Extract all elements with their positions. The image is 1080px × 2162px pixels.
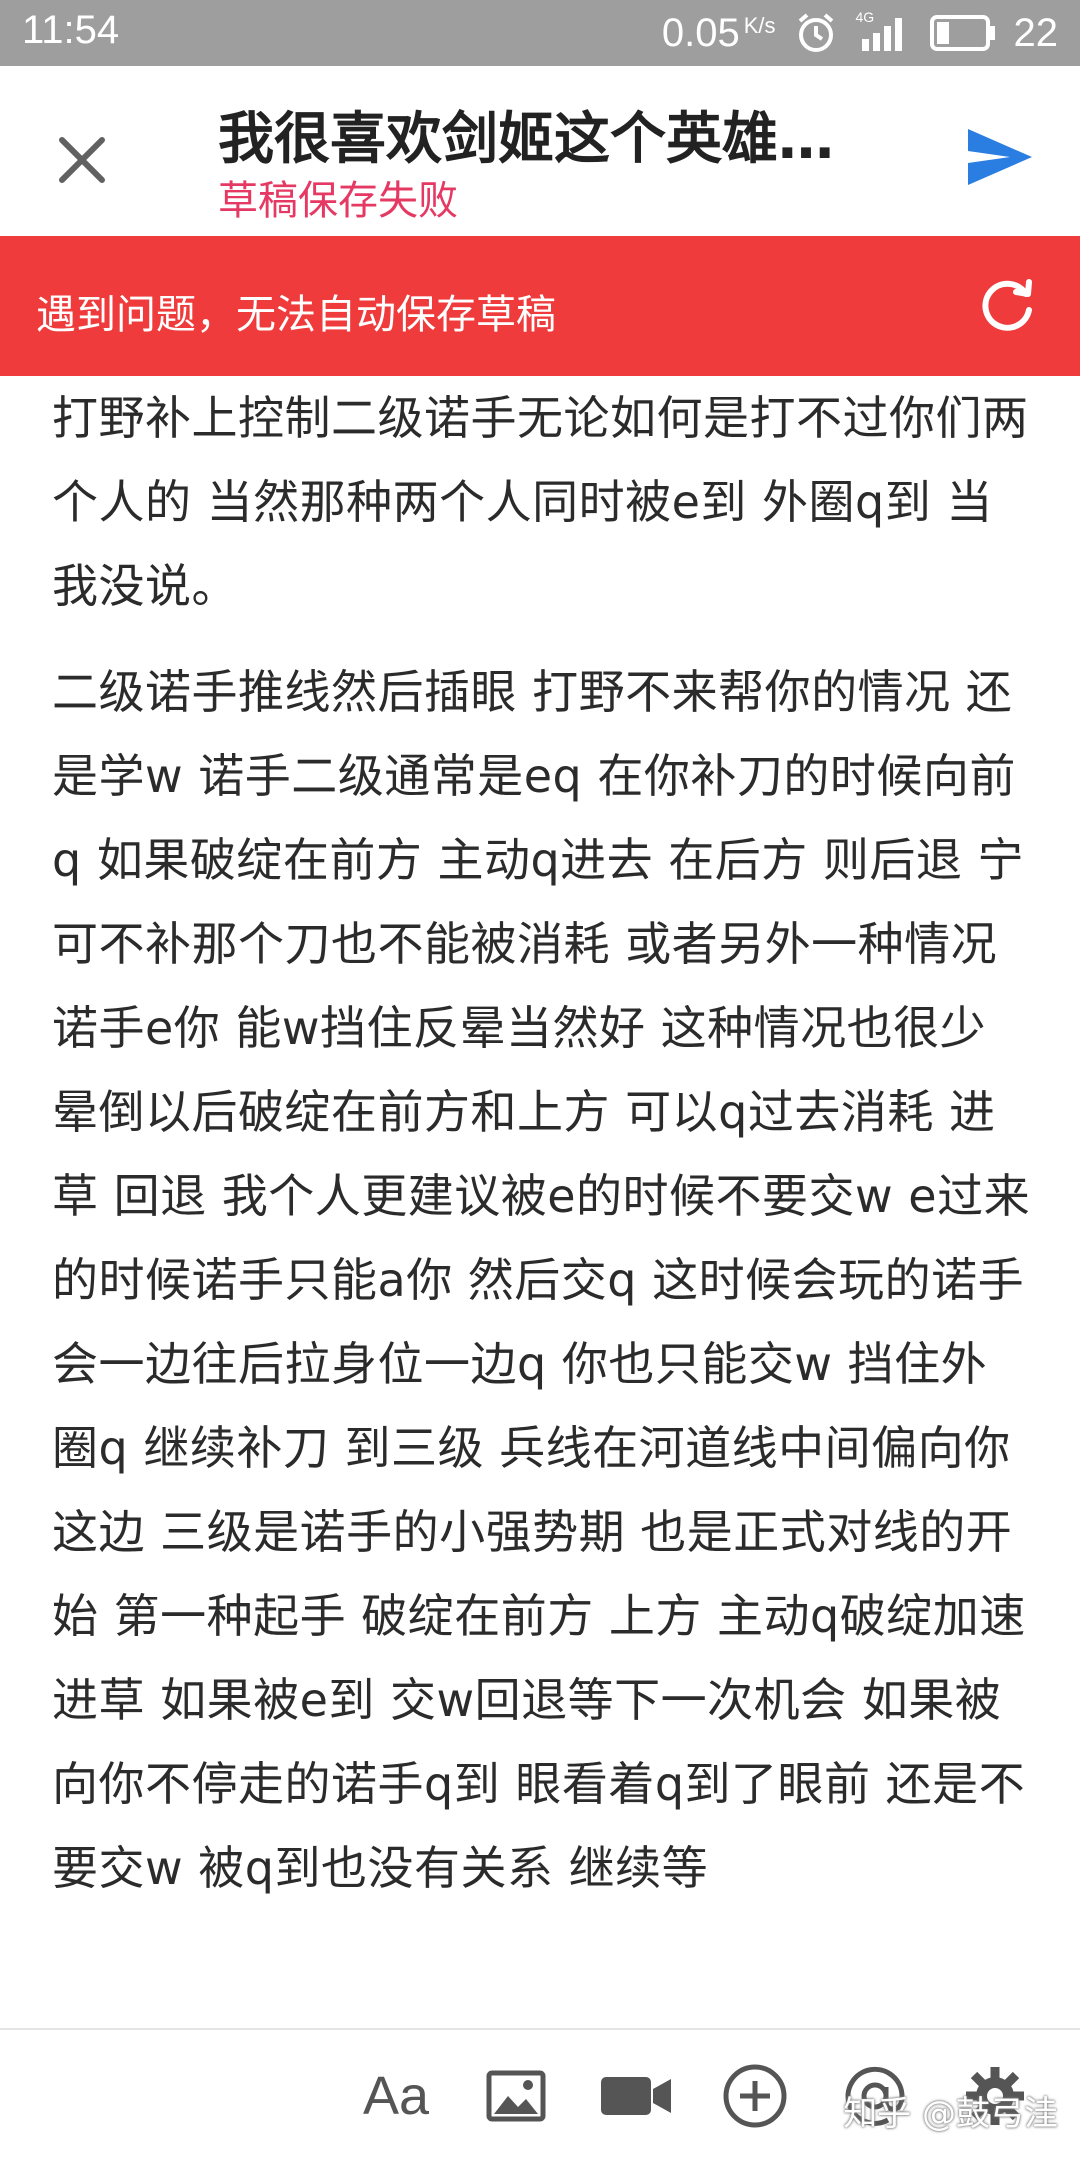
autosave-error-banner: 遇到问题，无法自动保存草稿 xyxy=(0,236,1080,376)
content-paragraph[interactable]: 二级诺手推线然后插眼 打野不来帮你的情况 还是学w 诺手二级通常是eq 在你补刀… xyxy=(52,650,1032,1910)
watermark: 知乎 @鼓弓洼 xyxy=(843,2094,1058,2134)
image-icon[interactable] xyxy=(484,2060,548,2132)
editor-header: 我很喜欢剑姬这个英雄… 草稿保存失败 xyxy=(0,66,1080,236)
draft-save-status: 草稿保存失败 xyxy=(218,178,458,224)
font-icon[interactable]: Aa xyxy=(358,2060,434,2132)
add-icon[interactable] xyxy=(722,2060,788,2132)
editor-toolbar: Aa 知乎 @鼓弓洼 xyxy=(0,2028,1080,2162)
font-label: Aa xyxy=(362,2066,430,2126)
status-time: 11:54 xyxy=(22,8,120,52)
network-speed: 0.05 K/s xyxy=(662,11,776,56)
refresh-icon[interactable] xyxy=(974,272,1040,338)
battery-level: 22 xyxy=(1013,10,1059,55)
status-bar: 11:54 0.05 K/s 4G 22 xyxy=(0,0,1080,66)
network-speed-value: 0.05 xyxy=(661,10,740,55)
network-speed-unit: K/s xyxy=(743,12,776,38)
close-icon[interactable] xyxy=(48,126,116,194)
content-paragraph[interactable]: 打野补上控制二级诺手无论如何是打不过你们两个人的 当然那种两个人同时被e到 外圈… xyxy=(52,376,1032,628)
alarm-icon xyxy=(798,13,833,52)
signal-icon: 4G xyxy=(856,9,912,53)
video-icon[interactable] xyxy=(598,2060,674,2132)
editor-content[interactable]: 打野补上控制二级诺手无论如何是打不过你们两个人的 当然那种两个人同时被e到 外圈… xyxy=(52,376,1032,2028)
send-icon[interactable] xyxy=(964,121,1036,193)
status-right: 0.05 K/s 4G 22 xyxy=(662,8,1058,58)
banner-message: 遇到问题，无法自动保存草稿 xyxy=(36,292,556,338)
battery-icon xyxy=(929,15,995,51)
draft-title: 我很喜欢剑姬这个英雄… xyxy=(218,107,834,172)
